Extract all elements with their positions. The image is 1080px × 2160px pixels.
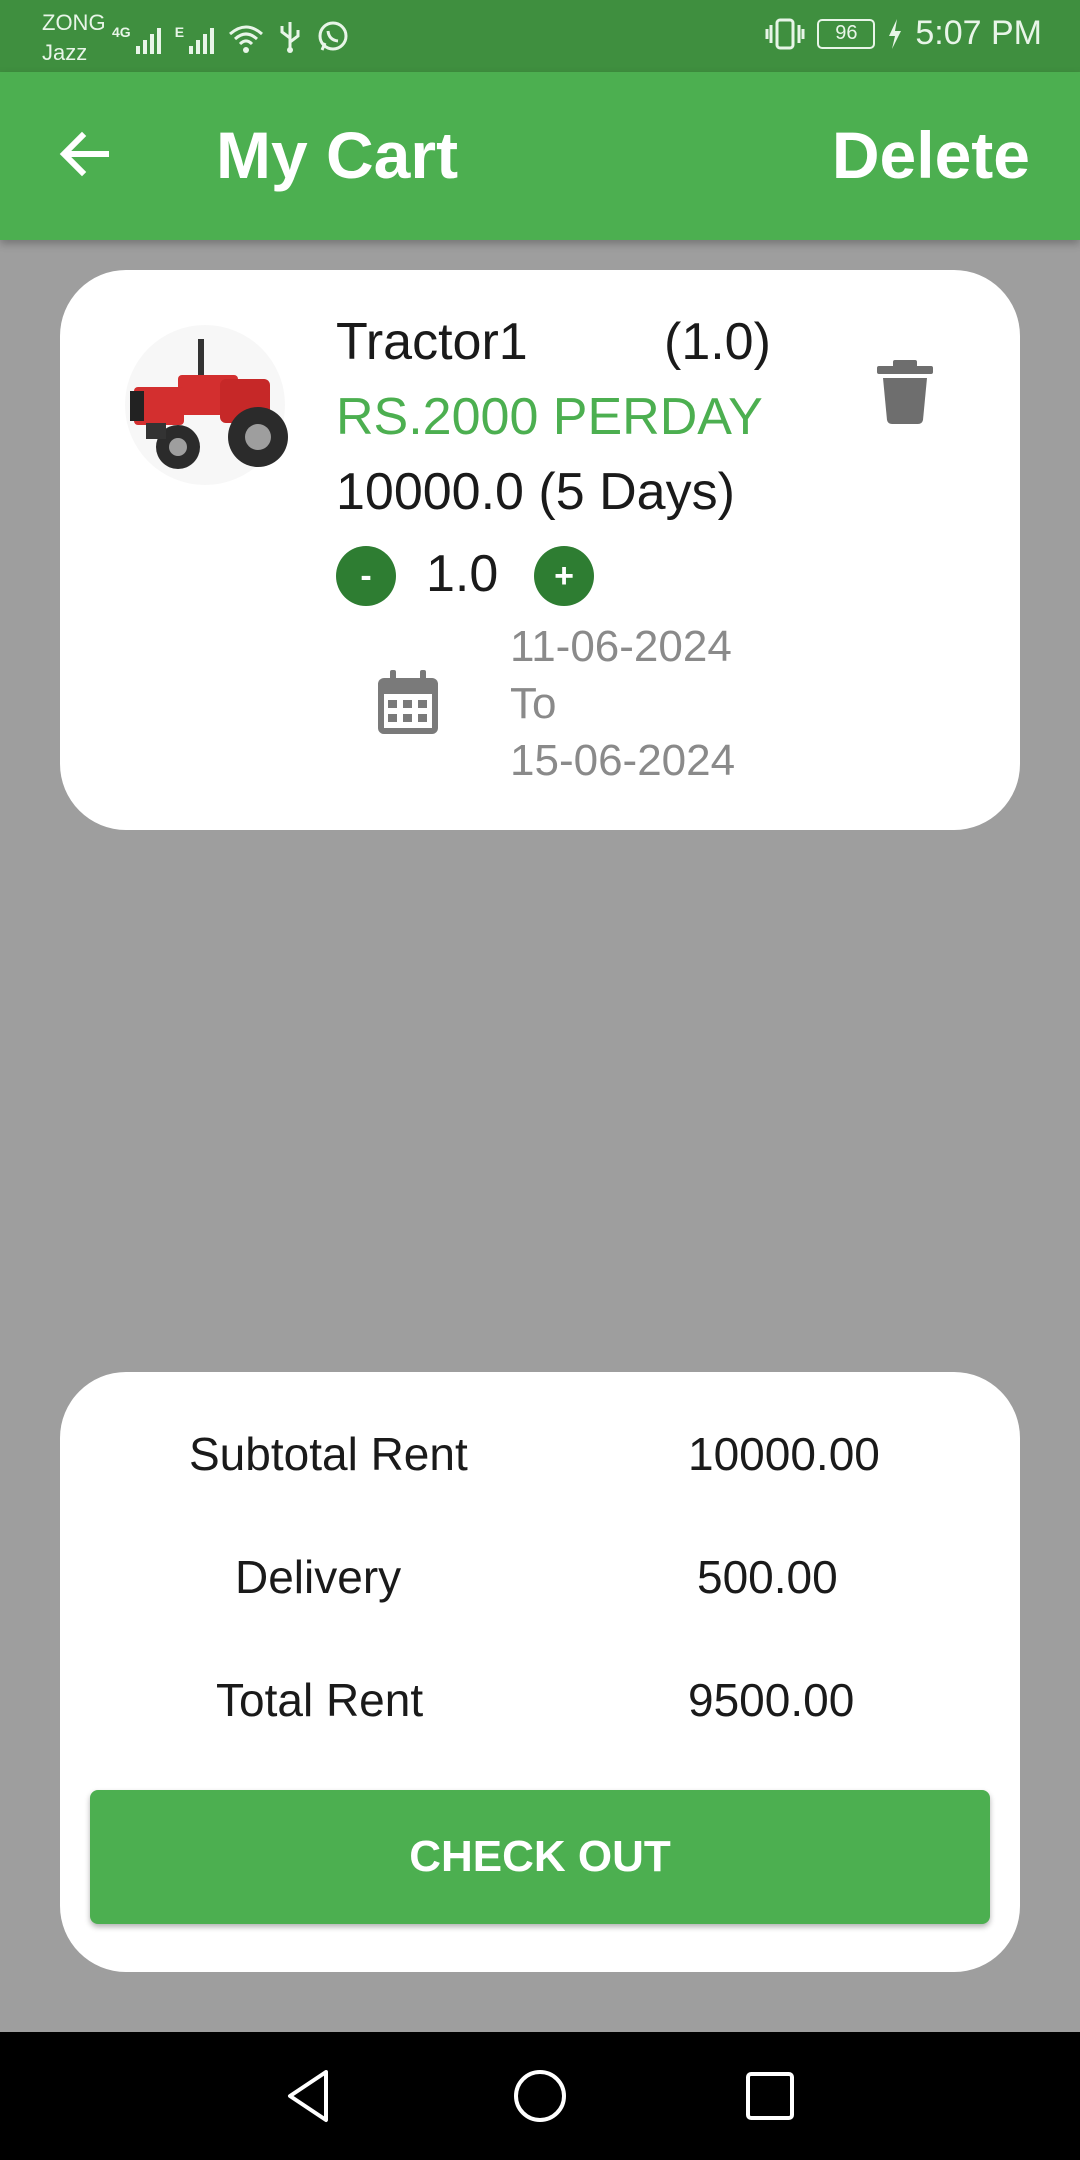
delete-button[interactable]: Delete [832, 112, 1030, 198]
total-label: Total Rent [216, 1674, 424, 1726]
system-nav-bar [0, 2032, 1080, 2160]
product-quantity-label: (1.0) [664, 313, 771, 371]
increase-quantity-button[interactable]: + [534, 546, 594, 606]
checkout-button[interactable]: CHECK OUT [90, 1790, 990, 1924]
date-to: 15-06-2024 [510, 736, 736, 785]
signal-icon: 4G [112, 24, 161, 54]
battery-level: 96 [835, 22, 858, 44]
cart-item-card: Tractor1 (1.0) RS.2000 PERDAY 10000.0 (5… [60, 270, 1020, 830]
carrier-bottom: Jazz [42, 40, 88, 65]
subtotal-label: Subtotal Rent [189, 1428, 468, 1480]
network-e-label: E [174, 24, 185, 40]
clock: 5:07 PM [915, 14, 1042, 52]
decrease-quantity-button[interactable]: - [336, 546, 396, 606]
network-4g-label: 4G [112, 24, 131, 40]
order-summary-card: Subtotal Rent 10000.00 Delivery 500.00 T… [60, 1372, 1020, 1972]
usb-icon [280, 22, 300, 53]
page-title: My Cart [216, 118, 459, 192]
status-icons-left: 4G E [112, 14, 350, 54]
whatsapp-icon [318, 21, 348, 51]
subtotal-value: 10000.00 [688, 1428, 880, 1480]
calendar-icon[interactable] [376, 670, 440, 736]
delivery-value: 500.00 [697, 1551, 838, 1603]
product-price: RS.2000 PERDAY [336, 388, 763, 446]
battery-icon: 96 [817, 18, 876, 49]
rental-dates[interactable]: 11-06-2024 To 15-06-2024 [510, 618, 735, 789]
arrow-left-icon[interactable] [56, 126, 112, 182]
status-icons-right: 96 5:07 PM [765, 14, 1042, 53]
product-name: Tractor1 [336, 313, 528, 371]
total-value: 9500.00 [688, 1674, 855, 1726]
quantity-value: 1.0 [426, 545, 499, 603]
product-total: 10000.0 (5 Days) [336, 463, 735, 521]
trash-icon[interactable] [875, 358, 935, 424]
charging-icon [889, 18, 902, 49]
home-circle-icon[interactable] [508, 2064, 572, 2128]
back-triangle-icon[interactable] [278, 2064, 342, 2128]
signal-icon: E [174, 24, 215, 54]
date-separator: To [510, 679, 557, 728]
carrier-info: ZONG Jazz [42, 8, 106, 68]
recents-square-icon[interactable] [738, 2064, 802, 2128]
delivery-label: Delivery [235, 1551, 402, 1603]
app-bar: My Cart Delete [0, 72, 1080, 240]
wifi-icon [229, 25, 264, 53]
carrier-top: ZONG [42, 10, 106, 35]
tractor-image [125, 325, 288, 485]
vibrate-icon [765, 18, 805, 49]
status-bar: ZONG Jazz 4G E 96 5:07 PM [0, 0, 1080, 72]
date-from: 11-06-2024 [510, 622, 732, 671]
